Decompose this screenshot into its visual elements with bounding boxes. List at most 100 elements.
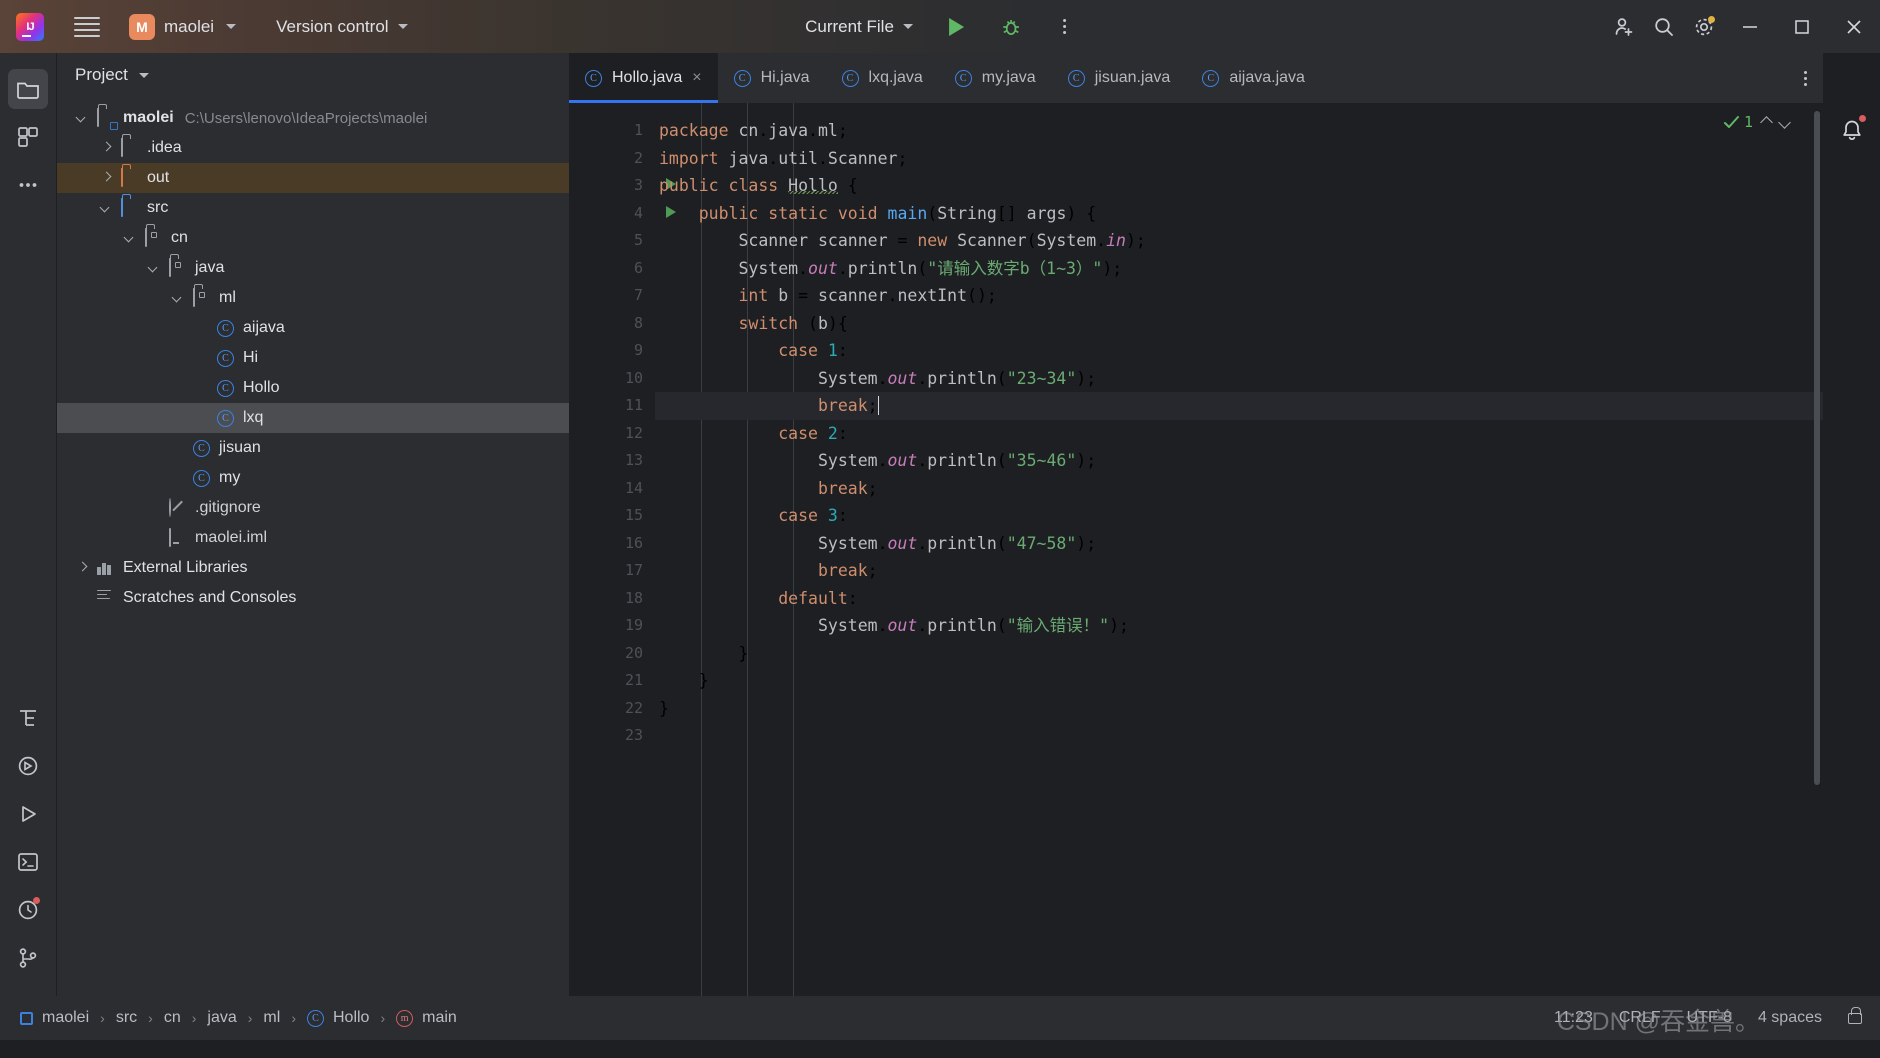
tree-item-maoleiiml[interactable]: maolei.iml	[57, 523, 569, 553]
previous-problem-icon[interactable]	[1760, 115, 1773, 129]
gutter-line-6[interactable]: 6	[569, 255, 655, 283]
code-line-7[interactable]: int b = scanner.nextInt();	[655, 282, 1823, 310]
version-control-menu[interactable]: Version control	[267, 12, 416, 42]
code-line-1[interactable]: package cn.java.ml;	[655, 117, 1823, 145]
code-line-6[interactable]: System.out.println("请输入数字b（1~3）");	[655, 255, 1823, 283]
tree-item-cn[interactable]: cn	[57, 223, 569, 253]
gutter-line-8[interactable]: 8	[569, 310, 655, 338]
tree-item-src[interactable]: src	[57, 193, 569, 223]
inspection-status[interactable]: 1	[1723, 113, 1753, 131]
sidebar-item-more[interactable]	[8, 165, 48, 205]
minimize-icon[interactable]	[1726, 0, 1774, 53]
code-line-16[interactable]: System.out.println("47~58");	[655, 530, 1823, 558]
read-only-lock-icon[interactable]	[1848, 1006, 1862, 1024]
code-line-5[interactable]: Scanner scanner = new Scanner(System.in)…	[655, 227, 1823, 255]
encoding-label[interactable]: UTF-8	[1687, 1009, 1732, 1027]
gutter-line-14[interactable]: 14	[569, 475, 655, 503]
breadcrumb-item-maolei[interactable]: maolei	[18, 1007, 91, 1029]
code-line-3[interactable]: public class Hollo {	[655, 172, 1823, 200]
breadcrumb-item-ml[interactable]: ml	[261, 1007, 282, 1029]
chevron-down-icon[interactable]	[172, 291, 186, 305]
code-line-8[interactable]: switch (b){	[655, 310, 1823, 338]
editor-vertical-scrollbar[interactable]	[1813, 111, 1821, 933]
search-icon[interactable]	[1646, 11, 1682, 43]
sidebar-item-problems[interactable]	[8, 890, 48, 930]
code-line-14[interactable]: break;	[655, 475, 1823, 503]
tab-hollo-java[interactable]: C Hollo.java ×	[569, 53, 718, 103]
code-line-21[interactable]: }	[655, 667, 1823, 695]
code-line-10[interactable]: System.out.println("23~34");	[655, 365, 1823, 393]
hamburger-menu-icon[interactable]	[70, 12, 104, 42]
code-line-12[interactable]: case 2:	[655, 420, 1823, 448]
gutter-line-7[interactable]: 7	[569, 282, 655, 310]
tree-item-jisuan[interactable]: Cjisuan	[57, 433, 569, 463]
gutter-line-9[interactable]: 9	[569, 337, 655, 365]
chevron-right-icon[interactable]	[100, 141, 114, 155]
gutter-line-4[interactable]: 4	[569, 200, 676, 228]
gutter-line-10[interactable]: 10	[569, 365, 655, 393]
sidebar-item-terminal[interactable]	[8, 842, 48, 882]
code-line-4[interactable]: public static void main(String[] args) {	[655, 200, 1823, 228]
tree-item-idea[interactable]: .idea	[57, 133, 569, 163]
gutter-line-21[interactable]: 21	[569, 667, 655, 695]
sidebar-item-project[interactable]	[8, 69, 48, 109]
gutter-line-17[interactable]: 17	[569, 557, 655, 585]
gutter-line-5[interactable]: 5	[569, 227, 655, 255]
code-line-17[interactable]: break;	[655, 557, 1823, 585]
code-line-2[interactable]: import java.util.Scanner;	[655, 145, 1823, 173]
gutter-line-11[interactable]: 11	[569, 392, 655, 420]
add-user-icon[interactable]	[1606, 11, 1642, 43]
code-editor[interactable]: 1 1 2 3 4 5 6 7 8 9 10 11 12 13 14 15 16 17 18 19 20 21 22 23 …	[569, 103, 1823, 996]
code-line-9[interactable]: case 1:	[655, 337, 1823, 365]
code-line-15[interactable]: case 3:	[655, 502, 1823, 530]
breadcrumb-item-java[interactable]: java	[205, 1007, 238, 1029]
tree-item-scratchesandconsoles[interactable]: Scratches and Consoles	[57, 583, 569, 613]
indent-label[interactable]: 4 spaces	[1758, 1009, 1822, 1027]
tree-item-java[interactable]: java	[57, 253, 569, 283]
notifications-icon[interactable]	[1832, 111, 1872, 151]
chevron-down-icon[interactable]	[100, 201, 114, 215]
gutter-line-13[interactable]: 13	[569, 447, 655, 475]
tab-aijava-java[interactable]: Caijava.java	[1186, 53, 1321, 103]
breadcrumb-item-hollo[interactable]: C Hollo	[305, 1007, 371, 1029]
code-line-11[interactable]: break;	[655, 392, 1823, 420]
gutter-line-2[interactable]: 2	[569, 145, 655, 173]
breadcrumb-item-cn[interactable]: cn	[162, 1007, 183, 1029]
code-line-19[interactable]: System.out.println("输入错误！");	[655, 612, 1823, 640]
breadcrumb[interactable]: maolei › src › cn › java › ml › C Hollo › m main	[18, 1007, 459, 1029]
tab-hi-java[interactable]: C Hi.java	[718, 53, 826, 103]
gutter-line-15[interactable]: 15	[569, 502, 655, 530]
sidebar-item-services[interactable]	[8, 746, 48, 786]
gutter-line-3[interactable]: 3	[569, 172, 676, 200]
breadcrumb-item-main[interactable]: m main	[394, 1007, 459, 1029]
project-selector[interactable]: M maolei	[120, 9, 245, 45]
tree-item-hollo[interactable]: C Hollo	[57, 373, 569, 403]
more-vertical-icon[interactable]	[1047, 11, 1083, 43]
editor-tab-bar[interactable]: C Hollo.java × C Hi.java Clxq.java Cmy.java Cji…	[569, 53, 1823, 103]
chevron-right-icon[interactable]	[100, 171, 114, 185]
tree-item-out[interactable]: out	[57, 163, 569, 193]
code-line-20[interactable]: }	[655, 640, 1823, 668]
editor-code-content[interactable]: package cn.java.ml; import java.util.Scan…	[655, 103, 1823, 996]
project-tree[interactable]: maolei C:\Users\lenovo\IdeaProjects\maole…	[57, 97, 569, 996]
close-icon[interactable]	[1830, 0, 1878, 53]
chevron-down-icon[interactable]	[148, 261, 162, 275]
line-separator-label[interactable]: CRLF	[1619, 1009, 1661, 1027]
breadcrumb-item-src[interactable]: src	[114, 1007, 139, 1029]
tree-item-gitignore[interactable]: .gitignore	[57, 493, 569, 523]
close-tab-icon[interactable]: ×	[692, 69, 701, 87]
tab-jisuan-java[interactable]: Cjisuan.java	[1052, 53, 1187, 103]
chevron-down-icon[interactable]	[76, 111, 90, 125]
gutter-line-19[interactable]: 19	[569, 612, 655, 640]
run-icon[interactable]	[939, 11, 975, 43]
tab-my-java[interactable]: Cmy.java	[939, 53, 1052, 103]
gutter-line-16[interactable]: 16	[569, 530, 655, 558]
gutter-line-22[interactable]: 22	[569, 695, 655, 723]
run-configuration-selector[interactable]: Current File	[797, 12, 921, 42]
sidebar-item-run[interactable]	[8, 794, 48, 834]
sidebar-item-version-control[interactable]	[8, 938, 48, 978]
caret-position-label[interactable]: 11:23	[1554, 1009, 1593, 1027]
sidebar-item-structure[interactable]	[8, 698, 48, 738]
tree-item-hi[interactable]: C Hi	[57, 343, 569, 373]
tree-item-maolei[interactable]: maolei C:\Users\lenovo\IdeaProjects\maole…	[57, 103, 569, 133]
